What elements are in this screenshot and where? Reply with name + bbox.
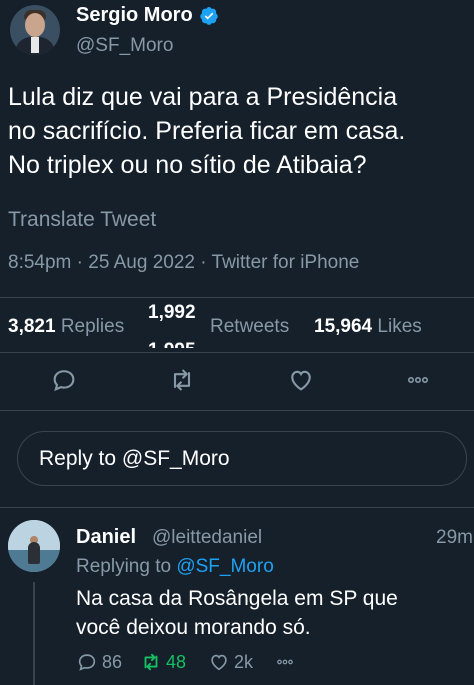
reply-retweet-button[interactable]: 48 xyxy=(140,648,186,676)
reply-more-button[interactable] xyxy=(274,648,296,676)
tweet-text-line: Lula diz que vai para a Presidência xyxy=(8,83,398,111)
thread-line xyxy=(33,582,35,685)
like-icon[interactable] xyxy=(287,366,315,394)
retweets-count-rolling: 1,995 xyxy=(148,340,196,348)
likes-count: 15,964 xyxy=(314,316,373,337)
tweet-meta: 8:54pm · 25 Aug 2022 · Twitter for iPhon… xyxy=(8,252,360,273)
reply-time: 29m xyxy=(436,527,473,548)
author-handle[interactable]: @SF_Moro xyxy=(76,35,173,57)
replying-to: Replying to @SF_Moro xyxy=(76,556,274,578)
reply-icon xyxy=(78,654,96,671)
replies-label: Replies xyxy=(60,316,125,337)
divider xyxy=(0,297,474,298)
more-icon xyxy=(277,659,293,665)
reply-icon[interactable] xyxy=(50,366,78,394)
reply-reply-button[interactable]: 86 xyxy=(76,648,122,676)
likes-stat[interactable]: 15,964 Likes xyxy=(314,316,422,338)
replies-stat[interactable]: 3,821 Replies xyxy=(8,316,124,338)
reply-to-input[interactable]: Reply to @SF_Moro xyxy=(17,431,467,486)
replying-mention-link[interactable]: @SF_Moro xyxy=(176,556,273,577)
tweet-text: Lula diz que vai para a Presidência no s… xyxy=(8,80,470,182)
author-avatar[interactable] xyxy=(10,5,60,55)
tweet-text-line: no sacrifício. Preferia ficar em casa. xyxy=(8,117,406,145)
reply-replies-count: 86 xyxy=(102,651,123,672)
reply-text-line: você deixou morando só. xyxy=(76,616,311,639)
avatar-shirt xyxy=(31,37,39,53)
like-icon xyxy=(211,654,227,671)
reply-text: Na casa da Rosângela em SP que você deix… xyxy=(76,584,466,642)
author-name[interactable]: Sergio Moro xyxy=(76,4,193,27)
reply-retweets-count: 48 xyxy=(166,651,187,672)
tweet-text-line: No triplex ou no sítio de Atibaia? xyxy=(8,151,367,179)
avatar-person xyxy=(28,542,40,564)
reply-text-line: Na casa da Rosângela em SP que xyxy=(76,587,398,610)
avatar-face xyxy=(25,13,45,37)
verified-badge-icon xyxy=(199,6,218,25)
tweet-action-bar xyxy=(0,362,474,398)
retweets-label[interactable]: Retweets xyxy=(210,316,289,338)
divider xyxy=(0,410,474,411)
reply-like-button[interactable]: 2k xyxy=(208,648,253,676)
translate-tweet-link[interactable]: Translate Tweet xyxy=(8,208,156,232)
reply-action-bar: 86 48 2k xyxy=(76,648,474,676)
replies-count: 3,821 xyxy=(8,316,56,337)
retweet-icon xyxy=(144,653,158,671)
retweet-icon[interactable] xyxy=(168,366,196,394)
author-name-row[interactable]: Sergio Moro xyxy=(76,4,219,27)
reply-author-avatar[interactable] xyxy=(8,520,60,572)
more-icon[interactable] xyxy=(404,366,432,394)
divider xyxy=(0,352,474,353)
retweets-count[interactable]: 1,992 xyxy=(148,302,196,324)
likes-label: Likes xyxy=(377,316,422,337)
reply-likes-count: 2k xyxy=(234,651,254,672)
reply-author-name[interactable]: Daniel xyxy=(76,526,136,549)
reply-author-handle[interactable]: @leittedaniel xyxy=(152,527,262,549)
replying-prefix: Replying to xyxy=(76,556,172,577)
divider xyxy=(0,507,474,508)
tweet-stats: 3,821 Replies 1,992 1,995 Retweets 15,96… xyxy=(8,300,474,350)
